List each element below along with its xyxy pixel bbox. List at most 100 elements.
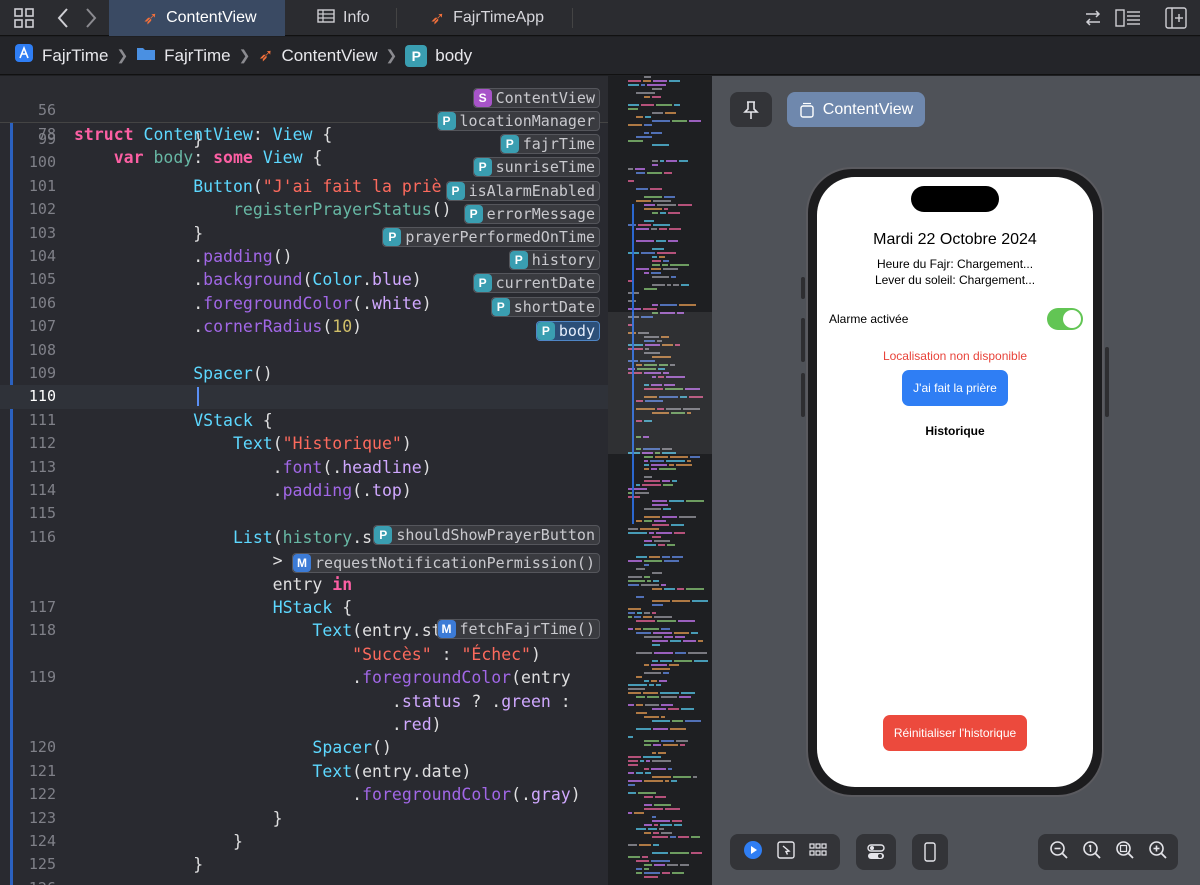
property-badge-icon: P <box>383 228 402 246</box>
preview-selector-button[interactable]: ContentView <box>787 92 925 127</box>
inspector-lines-icon[interactable] <box>1115 8 1141 33</box>
minimap-lines <box>628 76 708 878</box>
pin-icon <box>743 100 759 119</box>
symbol-name: isAlarmEnabled <box>468 182 595 200</box>
swift-icon: ➶ <box>430 7 446 28</box>
zoom-fit-icon[interactable] <box>1082 840 1102 865</box>
swift-icon: ➶ <box>258 45 274 65</box>
reset-history-button[interactable]: Réinitialiser l'historique <box>883 715 1027 751</box>
swap-arrows-icon[interactable] <box>1083 8 1103 33</box>
select-icon[interactable] <box>777 840 795 864</box>
swift-icon: ➶ <box>143 7 159 28</box>
symbol-popup-item[interactable]: PlocationManager <box>436 111 600 131</box>
symbol-name: sunriseTime <box>495 158 595 176</box>
zoom-group <box>1038 834 1178 870</box>
grid-icon[interactable] <box>809 842 827 862</box>
symbol-popup-item[interactable]: PfajrTime <box>499 134 600 154</box>
symbol-popup-item[interactable]: PsunriseTime <box>472 157 600 177</box>
code-editor[interactable]: 56 struct ContentView: View { 78 var bod… <box>0 76 608 885</box>
symbol-name: fetchFajrTime() <box>459 620 595 638</box>
device-settings-button[interactable] <box>912 834 948 870</box>
symbol-popup-item[interactable]: PisAlarmEnabled <box>445 181 600 201</box>
symbol-popup-item[interactable]: MfetchFajrTime() <box>436 619 600 639</box>
zoom-in-icon[interactable] <box>1148 840 1168 865</box>
property-badge-icon: P <box>500 135 519 153</box>
tab-contentview[interactable]: ➶ ContentView <box>109 0 285 36</box>
symbol-name: fajrTime <box>522 135 595 153</box>
prayer-button[interactable]: J'ai fait la prière <box>902 370 1008 406</box>
symbol-name: locationManager <box>459 112 595 130</box>
symbol-popup-item[interactable]: PcurrentDate <box>472 273 600 293</box>
symbol-popup-item[interactable]: PprayerPerformedOnTime <box>382 227 600 247</box>
chevron-right-icon: ❯ <box>116 47 129 63</box>
sunrise-time-label: Lever du soleil: Chargement... <box>874 273 1036 287</box>
symbol-popup-item[interactable]: Phistory <box>508 250 600 270</box>
symbol-popup-item[interactable]: MrequestNotificationPermission() <box>292 553 600 573</box>
tab-label: ContentView <box>166 9 257 26</box>
symbol-popup-item[interactable]: PshouldShowPrayerButton <box>373 525 600 545</box>
mode-group <box>730 834 840 870</box>
tab-fajrtimeapp[interactable]: ➶ FajrTimeApp <box>430 0 544 36</box>
property-badge-icon: P <box>536 322 555 340</box>
breadcrumb-symbol[interactable]: body <box>435 46 472 66</box>
property-badge-icon: P <box>509 251 528 269</box>
alarm-toggle[interactable] <box>1047 308 1083 330</box>
property-badge-icon: P <box>437 112 456 130</box>
breadcrumb-file[interactable]: ContentView <box>281 46 377 66</box>
chevron-right-icon: ❯ <box>238 47 251 63</box>
folder-icon <box>136 45 156 66</box>
preview-window-icon <box>800 102 814 118</box>
pin-button[interactable] <box>730 92 772 127</box>
symbol-popup-item[interactable]: PerrorMessage <box>463 204 600 224</box>
symbol-popup-item[interactable]: S ContentView <box>472 88 600 108</box>
symbol-popup: S ContentView PlocationManager PfajrTime Psu… <box>0 76 608 885</box>
preview-label: ContentView <box>822 100 914 118</box>
symbol-popup-item[interactable]: PshortDate <box>490 297 600 317</box>
tab-bar: ➶ ContentView Info ➶ FajrTimeApp <box>0 0 1200 36</box>
add-editor-icon[interactable] <box>1165 7 1187 34</box>
zoom-out-icon[interactable] <box>1049 840 1069 865</box>
tab-label: FajrTimeApp <box>453 9 545 26</box>
table-icon <box>317 8 335 28</box>
property-badge-icon: P <box>473 158 492 176</box>
method-badge-icon: M <box>437 620 456 638</box>
tab-info[interactable]: Info <box>317 0 370 36</box>
variants-icon <box>867 844 885 859</box>
history-title: Historique <box>925 424 985 438</box>
symbol-name: ContentView <box>495 89 595 107</box>
zoom-actual-icon[interactable] <box>1115 840 1135 865</box>
minimap[interactable] <box>608 76 712 885</box>
forward-chevron-icon[interactable] <box>84 6 98 35</box>
play-icon[interactable] <box>743 840 763 865</box>
struct-badge-icon: S <box>473 89 492 107</box>
dynamic-island <box>911 186 999 212</box>
alarm-label: Alarme activée <box>829 312 909 326</box>
property-badge-icon: P <box>473 274 492 292</box>
breadcrumb-project[interactable]: FajrTime <box>42 46 108 66</box>
property-badge-icon: P <box>491 298 510 316</box>
symbol-name: currentDate <box>495 274 595 292</box>
navigator-grid-icon[interactable] <box>14 8 34 28</box>
property-badge-icon: P <box>446 182 465 200</box>
breadcrumb-folder[interactable]: FajrTime <box>164 46 230 66</box>
variants-button[interactable] <box>856 834 896 870</box>
symbol-name: requestNotificationPermission() <box>315 554 595 572</box>
symbol-name: shouldShowPrayerButton <box>396 526 595 544</box>
error-message: Localisation non disponible <box>882 349 1028 363</box>
chevron-right-icon: ❯ <box>385 47 398 63</box>
symbol-name: prayerPerformedOnTime <box>405 228 595 246</box>
xcode-project-icon <box>14 43 34 68</box>
symbol-name: history <box>531 251 595 269</box>
breadcrumb: FajrTime ❯ FajrTime ❯ ➶ ContentView ❯ P … <box>0 37 1200 75</box>
prayer-button-label: J'ai fait la prière <box>913 381 997 395</box>
device-icon <box>924 842 936 862</box>
tab-label: Info <box>343 9 370 26</box>
method-badge-icon: M <box>293 554 312 572</box>
symbol-name: errorMessage <box>486 205 595 223</box>
property-badge-icon: P <box>374 526 393 544</box>
symbol-popup-item[interactable]: Pbody <box>535 321 600 341</box>
property-badge-icon: P <box>405 44 428 67</box>
date-label: Mardi 22 Octobre 2024 <box>873 231 1037 248</box>
property-badge-icon: P <box>464 205 483 223</box>
back-chevron-icon[interactable] <box>56 6 70 36</box>
